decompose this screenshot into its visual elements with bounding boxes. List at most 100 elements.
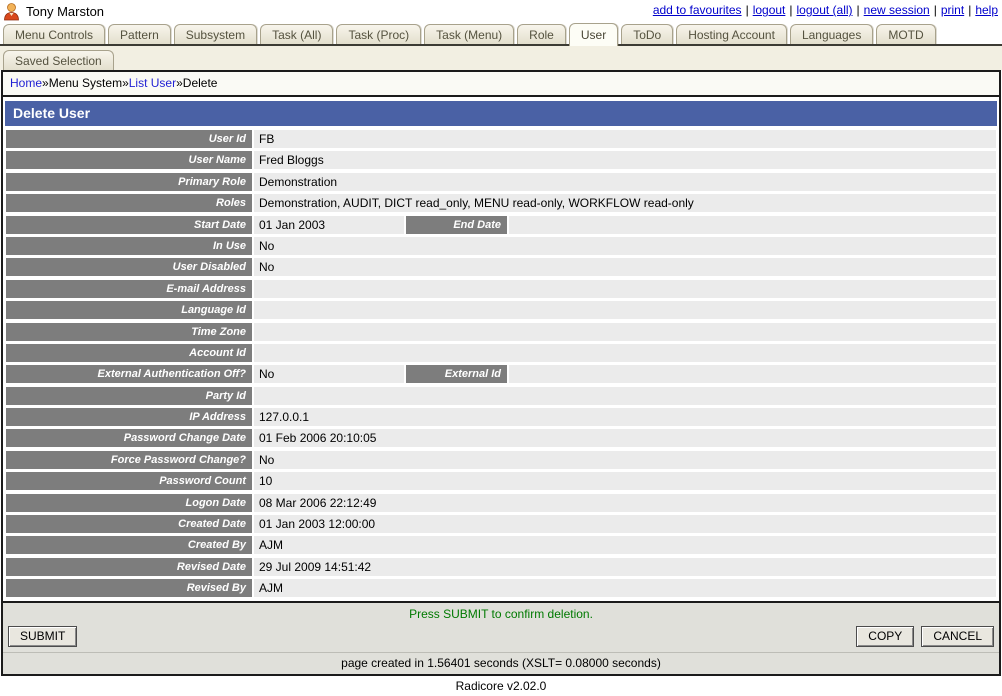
field-row-in-use: In Use No bbox=[6, 236, 996, 255]
field-label: User Name bbox=[6, 151, 252, 170]
link-separator: | bbox=[968, 3, 972, 17]
page-timing: page created in 1.56401 seconds (XSLT= 0… bbox=[3, 651, 999, 674]
field-value-external-id bbox=[509, 365, 996, 384]
field-label: IP Address bbox=[6, 408, 252, 427]
field-label: Language Id bbox=[6, 301, 252, 320]
field-value: 01 Feb 2006 20:10:05 bbox=[254, 429, 996, 448]
main-tab-bar: Menu Controls Pattern Subsystem Task (Al… bbox=[0, 23, 1002, 46]
field-value: Demonstration, AUDIT, DICT read_only, ME… bbox=[254, 194, 996, 213]
field-label: Time Zone bbox=[6, 322, 252, 341]
tab-subsystem[interactable]: Subsystem bbox=[173, 24, 258, 44]
link-print[interactable]: print bbox=[941, 3, 964, 17]
field-label: Start Date bbox=[6, 215, 252, 234]
link-separator: | bbox=[933, 3, 937, 17]
tab-task-proc[interactable]: Task (Proc) bbox=[336, 24, 422, 44]
field-row-password-count: Password Count 10 bbox=[6, 472, 996, 491]
field-value: No bbox=[254, 258, 996, 277]
tab-menu-controls[interactable]: Menu Controls bbox=[3, 24, 106, 44]
field-label: Party Id bbox=[6, 386, 252, 405]
tab-hosting-account[interactable]: Hosting Account bbox=[676, 24, 787, 44]
secondary-tab-bar: Saved Selection bbox=[0, 46, 1002, 70]
field-label: Roles bbox=[6, 194, 252, 213]
field-label-external-id: External Id bbox=[406, 365, 507, 384]
copy-button[interactable]: COPY bbox=[856, 625, 915, 647]
field-value: AJM bbox=[254, 579, 996, 598]
field-value: 29 Jul 2009 14:51:42 bbox=[254, 557, 996, 576]
tab-motd[interactable]: MOTD bbox=[876, 24, 936, 44]
tab-saved-selection[interactable]: Saved Selection bbox=[3, 50, 114, 70]
link-separator: | bbox=[856, 3, 860, 17]
username: Tony Marston bbox=[26, 4, 105, 19]
field-value: No bbox=[254, 236, 996, 255]
field-value: Demonstration bbox=[254, 172, 996, 191]
top-links: add to favourites | logout | logout (all) | ne… bbox=[653, 2, 998, 17]
bottom-section: Press SUBMIT to confirm deletion. SUBMIT… bbox=[3, 600, 999, 674]
tab-task-menu[interactable]: Task (Menu) bbox=[424, 24, 515, 44]
tab-user[interactable]: User bbox=[568, 23, 619, 46]
breadcrumb-home[interactable]: Home bbox=[10, 76, 42, 90]
link-add-to-favourites[interactable]: add to favourites bbox=[653, 3, 742, 17]
breadcrumb-delete: Delete bbox=[182, 76, 218, 90]
field-label: Password Count bbox=[6, 472, 252, 491]
link-logout-all[interactable]: logout (all) bbox=[797, 3, 853, 17]
field-label: Logon Date bbox=[6, 493, 252, 512]
breadcrumb-menu-system: Menu System bbox=[48, 76, 123, 90]
field-row-user-disabled: User Disabled No bbox=[6, 258, 996, 277]
field-label: In Use bbox=[6, 236, 252, 255]
field-label: Revised Date bbox=[6, 557, 252, 576]
field-row-ip-address: IP Address 127.0.0.1 bbox=[6, 408, 996, 427]
field-value: 08 Mar 2006 22:12:49 bbox=[254, 493, 996, 512]
field-row-email-address: E-mail Address bbox=[6, 279, 996, 298]
field-value bbox=[254, 343, 996, 362]
field-label: Revised By bbox=[6, 579, 252, 598]
tab-task-all[interactable]: Task (All) bbox=[260, 24, 334, 44]
field-row-language-id: Language Id bbox=[6, 301, 996, 320]
tab-role[interactable]: Role bbox=[517, 24, 566, 44]
field-row-party-id: Party Id bbox=[6, 386, 996, 405]
field-value: No bbox=[254, 365, 404, 384]
field-rows: User Id FB User Name Fred Bloggs Primary… bbox=[3, 129, 999, 598]
field-value: 01 Jan 2003 12:00:00 bbox=[254, 515, 996, 534]
field-label: User Disabled bbox=[6, 258, 252, 277]
button-group-right: COPY CANCEL bbox=[856, 625, 994, 647]
field-label: External Authentication Off? bbox=[6, 365, 252, 384]
field-value: No bbox=[254, 450, 996, 469]
field-value: Fred Bloggs bbox=[254, 151, 996, 170]
submit-button[interactable]: SUBMIT bbox=[8, 625, 78, 647]
button-row: SUBMIT COPY CANCEL bbox=[3, 623, 999, 652]
breadcrumb-list-user[interactable]: List User bbox=[129, 76, 176, 90]
field-row-force-password-change: Force Password Change? No bbox=[6, 450, 996, 469]
cancel-button[interactable]: CANCEL bbox=[921, 625, 994, 647]
breadcrumb: Home»Menu System»List User»Delete bbox=[3, 72, 999, 97]
tab-pattern[interactable]: Pattern bbox=[108, 24, 171, 44]
field-label: User Id bbox=[6, 130, 252, 148]
field-label: Account Id bbox=[6, 343, 252, 362]
field-value: 127.0.0.1 bbox=[254, 408, 996, 427]
link-logout[interactable]: logout bbox=[753, 3, 786, 17]
confirmation-message: Press SUBMIT to confirm deletion. bbox=[409, 606, 593, 621]
field-row-account-id: Account Id bbox=[6, 343, 996, 362]
field-row-logon-date: Logon Date 08 Mar 2006 22:12:49 bbox=[6, 493, 996, 512]
link-help[interactable]: help bbox=[975, 3, 998, 17]
field-row-roles: Roles Demonstration, AUDIT, DICT read_on… bbox=[6, 194, 996, 213]
field-label: Created Date bbox=[6, 515, 252, 534]
user-icon bbox=[2, 2, 21, 21]
link-separator: | bbox=[789, 3, 793, 17]
field-label: Password Change Date bbox=[6, 429, 252, 448]
field-value: AJM bbox=[254, 536, 996, 555]
field-row-created-by: Created By AJM bbox=[6, 536, 996, 555]
field-value bbox=[254, 386, 996, 405]
header-bar: Tony Marston add to favourites | logout | lo… bbox=[0, 0, 1002, 23]
link-separator: | bbox=[745, 3, 749, 17]
field-label-end-date: End Date bbox=[406, 215, 507, 234]
field-row-start-date: Start Date 01 Jan 2003 End Date bbox=[6, 215, 996, 234]
tab-todo[interactable]: ToDo bbox=[621, 24, 674, 44]
tab-languages[interactable]: Languages bbox=[789, 24, 874, 44]
field-value bbox=[254, 279, 996, 298]
field-label: Primary Role bbox=[6, 172, 252, 191]
link-new-session[interactable]: new session bbox=[864, 3, 930, 17]
field-row-revised-by: Revised By AJM bbox=[6, 579, 996, 598]
field-row-user-name: User Name Fred Bloggs bbox=[6, 151, 996, 170]
content-box: Home»Menu System»List User»Delete Delete… bbox=[1, 70, 1001, 676]
field-row-user-id: User Id FB bbox=[6, 130, 996, 148]
